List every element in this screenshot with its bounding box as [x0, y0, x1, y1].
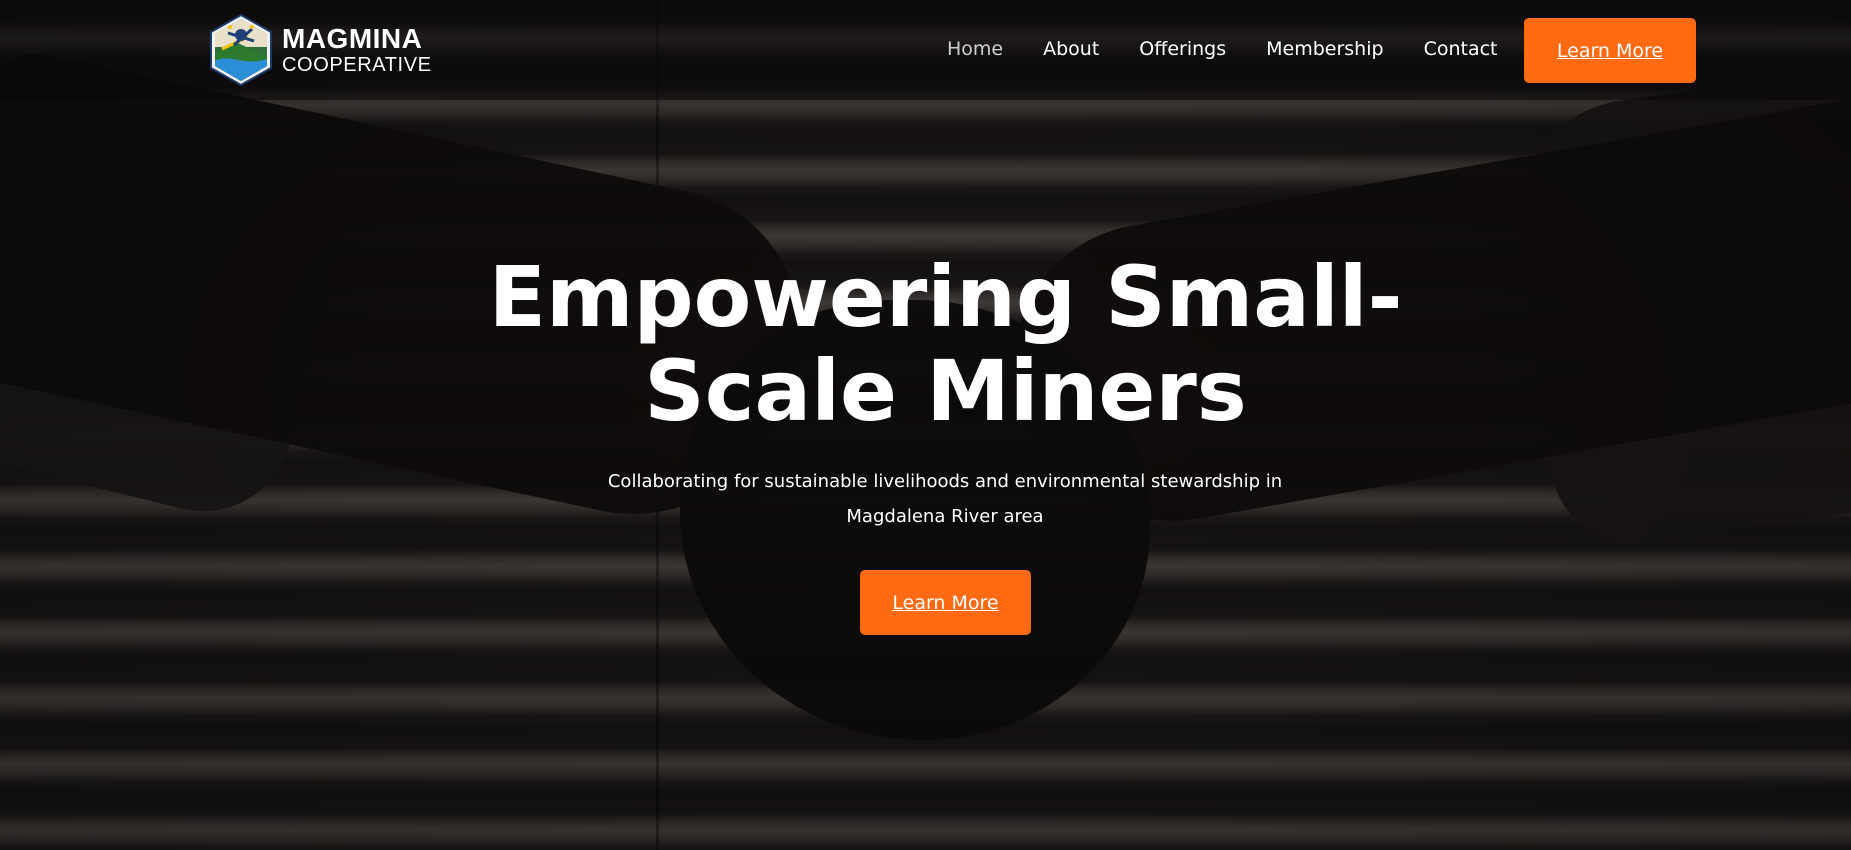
main-nav: Home About Offerings Membership Contact [947, 38, 1537, 60]
header-learn-more-button[interactable]: Learn More [1524, 18, 1696, 83]
nav-item-contact[interactable]: Contact [1424, 38, 1498, 60]
site-header: MAGMINA COOPERATIVE Home About Offerings… [0, 0, 1851, 100]
hero-title: Empowering Small-Scale Miners [488, 248, 1403, 440]
nav-item-membership[interactable]: Membership [1266, 38, 1383, 60]
brand-name: MAGMINA [282, 23, 423, 54]
nav-item-about[interactable]: About [1043, 38, 1099, 60]
hexagon-miner-logo-icon [210, 13, 272, 87]
brand-wordmark: MAGMINA COOPERATIVE [282, 23, 432, 76]
brand-subtitle: COOPERATIVE [282, 54, 432, 76]
nav-item-offerings[interactable]: Offerings [1139, 38, 1226, 60]
page: MAGMINA COOPERATIVE Home About Offerings… [0, 0, 1851, 850]
hero-subtitle: Collaborating for sustainable livelihood… [607, 471, 1283, 527]
nav-item-home[interactable]: Home [947, 38, 1003, 60]
brand-logo[interactable]: MAGMINA COOPERATIVE [208, 13, 431, 87]
hero-learn-more-button[interactable]: Learn More [860, 570, 1031, 635]
